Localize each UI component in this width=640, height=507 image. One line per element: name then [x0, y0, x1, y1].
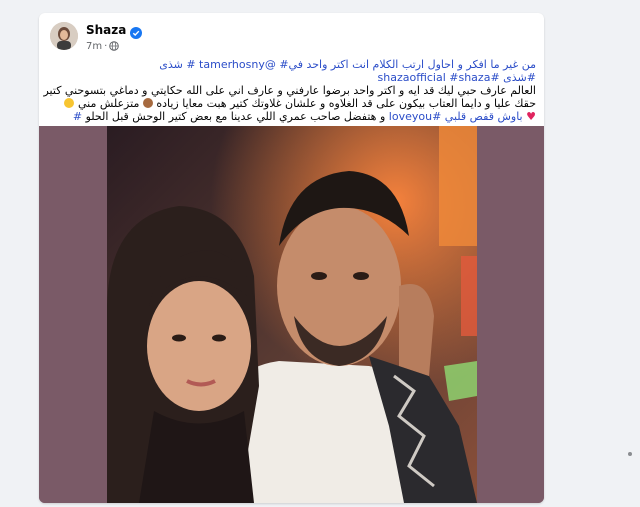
- hashtag[interactable]: #loveyou: [389, 110, 442, 123]
- post-text-segment: و هتفضل صاحب عمري اللي عدينا مع بعض كتير…: [85, 110, 386, 123]
- post-card: Shaza 7m · من غير ما افكر و احاول ارتب ا…: [39, 13, 544, 503]
- hashtag[interactable]: #shaza: [449, 71, 490, 84]
- avatar[interactable]: [50, 22, 78, 50]
- verified-badge-icon: [130, 24, 143, 39]
- post-text-segment: حقك عليا و دايما العتاب بيكون على قد الغ…: [156, 97, 536, 110]
- hashtag-symbol[interactable]: #: [73, 110, 82, 123]
- author-row: Shaza: [86, 22, 143, 39]
- laughing-emoji-icon: [64, 98, 75, 108]
- post-meta: 7m ·: [86, 39, 120, 53]
- red-heart-icon: ♥: [526, 110, 536, 123]
- hashtag[interactable]: #شذى: [503, 71, 536, 84]
- post-text-segment: متزعلش مني: [77, 97, 140, 110]
- meta-separator: ·: [104, 40, 108, 52]
- author-name[interactable]: Shaza: [86, 23, 126, 37]
- post-text-line: من غير ما افكر و احاول ارتب الكلام انت ا…: [47, 58, 536, 71]
- post-text-line: #شذى #shazaofficial #shaza: [47, 71, 536, 84]
- post-timestamp[interactable]: 7m: [86, 41, 102, 52]
- hashtag-symbol[interactable]: #: [279, 58, 288, 71]
- post-text-line: حقك عليا و دايما العتاب بيكون على قد الغ…: [47, 97, 536, 110]
- scrollbar-handle[interactable]: [628, 452, 632, 456]
- post-text: من غير ما افكر و احاول ارتب الكلام انت ا…: [43, 58, 536, 123]
- post-text-line: العالم عارف حبي ليك قد ايه و اكتر واحد ب…: [43, 84, 536, 97]
- hashtag[interactable]: باوش قفص قلبي: [445, 110, 523, 123]
- see-no-evil-monkey-icon: [142, 98, 153, 108]
- hashtag[interactable]: # شذى: [159, 58, 195, 71]
- mention-link[interactable]: @tamerhosny: [199, 58, 276, 71]
- post-photo[interactable]: [39, 126, 544, 503]
- post-header: Shaza 7m ·: [39, 13, 544, 63]
- globe-icon[interactable]: [109, 41, 120, 51]
- hashtag[interactable]: من غير ما افكر و احاول ارتب الكلام انت ا…: [289, 58, 536, 71]
- post-text-line: ♥ باوش قفص قلبي #loveyou و هتفضل صاحب عم…: [47, 110, 536, 123]
